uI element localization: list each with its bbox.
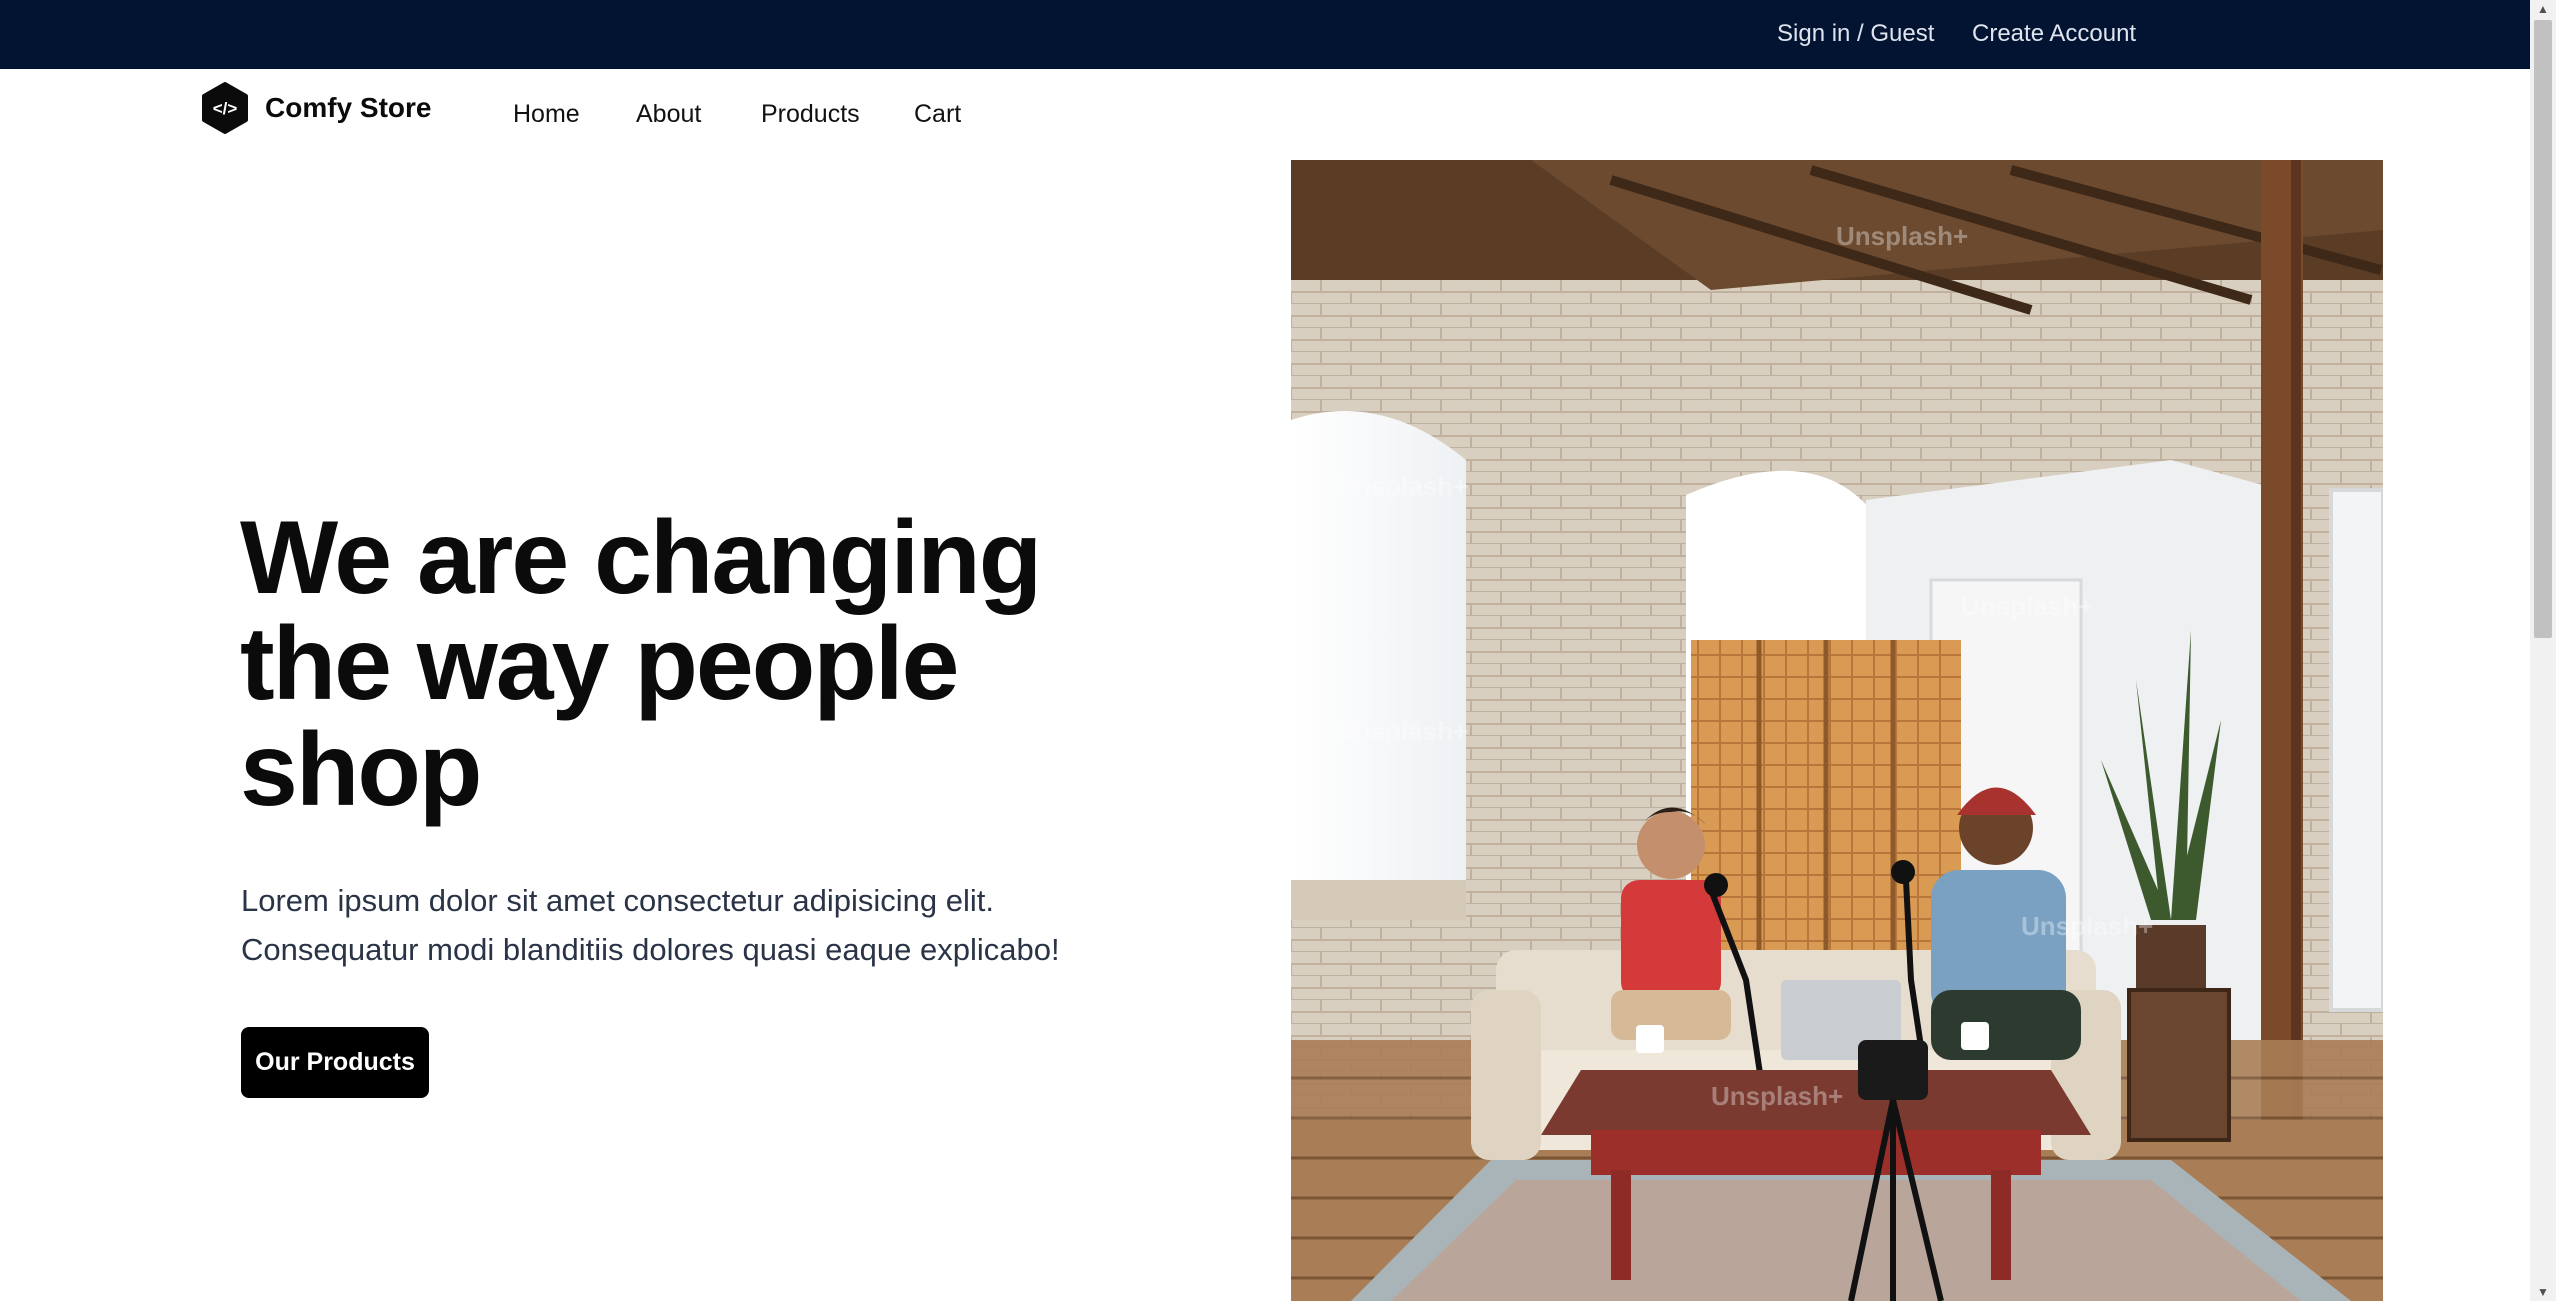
hero-headline-line: the way people xyxy=(240,606,960,722)
nav-item-cart[interactable]: Cart xyxy=(914,100,961,129)
nav-item-products[interactable]: Products xyxy=(761,100,860,129)
watermark-text: Unsplash+ xyxy=(1836,221,1968,251)
hero-description-line: Lorem ipsum dolor sit amet consectetur a… xyxy=(241,883,994,918)
watermark-text: Unsplash+ xyxy=(1711,591,1843,621)
watermark-text: Unsplash+ xyxy=(2021,911,2153,941)
sign-in-link[interactable]: Sign in / Guest xyxy=(1777,20,1934,48)
watermark-text: Unsplash+ xyxy=(1711,1081,1843,1111)
hero-headline-line: shop xyxy=(240,712,482,828)
hero-description: Lorem ipsum dolor sit amet consectetur a… xyxy=(241,876,1141,974)
podcast-studio-photo: Unsplash+ Unsplash+ Unsplash+ Unsplash+ … xyxy=(1291,160,2383,1301)
hero-headline-line: We are changing xyxy=(240,500,1042,616)
logo-glyph: </> xyxy=(213,99,238,118)
hero-headline: We are changing the way people shop xyxy=(240,505,1120,823)
top-bar: Sign in / Guest Create Account xyxy=(0,0,2530,69)
brand-name: Comfy Store xyxy=(265,92,432,123)
scroll-down-arrow-icon[interactable]: ▼ xyxy=(2530,1283,2556,1301)
create-account-link[interactable]: Create Account xyxy=(1972,20,2136,48)
brand-logo[interactable]: </> Comfy Store xyxy=(199,82,431,134)
nav-item-home[interactable]: Home xyxy=(513,100,580,129)
our-products-button[interactable]: Our Products xyxy=(241,1027,429,1098)
hero-image: Unsplash+ Unsplash+ Unsplash+ Unsplash+ … xyxy=(1291,160,2383,1301)
scroll-up-arrow-icon[interactable]: ▲ xyxy=(2530,0,2556,18)
watermark-text: Unsplash+ xyxy=(1336,716,1468,746)
watermark-text: Unsplash+ xyxy=(1336,471,1468,501)
scrollbar-thumb[interactable] xyxy=(2534,20,2552,638)
code-hexagon-icon: </> xyxy=(202,82,248,134)
page-scrollbar[interactable]: ▲ ▼ xyxy=(2530,0,2556,1301)
watermark-text: Unsplash+ xyxy=(1961,591,2093,621)
nav-item-about[interactable]: About xyxy=(636,100,701,129)
hero-description-line: Consequatur modi blanditiis dolores quas… xyxy=(241,932,1060,967)
